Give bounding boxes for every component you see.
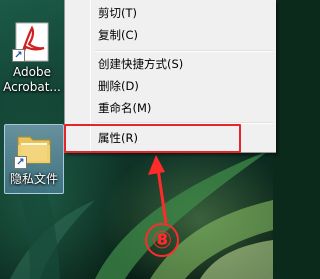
folder-icon: ↗ xyxy=(14,129,54,169)
menu-item-copy[interactable]: 复制(C) xyxy=(68,24,274,46)
menu-item-delete[interactable]: 删除(D) xyxy=(68,75,274,97)
menu-item-rename[interactable]: 重命名(M) xyxy=(68,97,274,119)
menu-item-create-shortcut[interactable]: 创建快捷方式(S) xyxy=(68,53,274,75)
menu-item-cut[interactable]: 剪切(T) xyxy=(68,2,274,24)
adobe-acrobat-desktop-icon[interactable]: ↗ Adobe Acrobat... xyxy=(2,22,62,95)
properties-highlight-box xyxy=(64,124,241,153)
acrobat-label-line2: Acrobat... xyxy=(3,80,61,94)
folder-label: 隐私文件 xyxy=(9,172,58,186)
shortcut-arrow-icon: ↗ xyxy=(12,49,25,62)
step-number-badge: ⑧ xyxy=(145,223,179,257)
menu-separator xyxy=(95,50,273,52)
shortcut-arrow-icon: ↗ xyxy=(14,156,27,169)
annotation-arrow xyxy=(148,155,168,224)
acrobat-icon: ↗ xyxy=(12,22,52,62)
acrobat-label-line1: Adobe xyxy=(13,65,51,79)
privacy-folder-desktop-icon[interactable]: ↗ 隐私文件 xyxy=(4,124,64,194)
